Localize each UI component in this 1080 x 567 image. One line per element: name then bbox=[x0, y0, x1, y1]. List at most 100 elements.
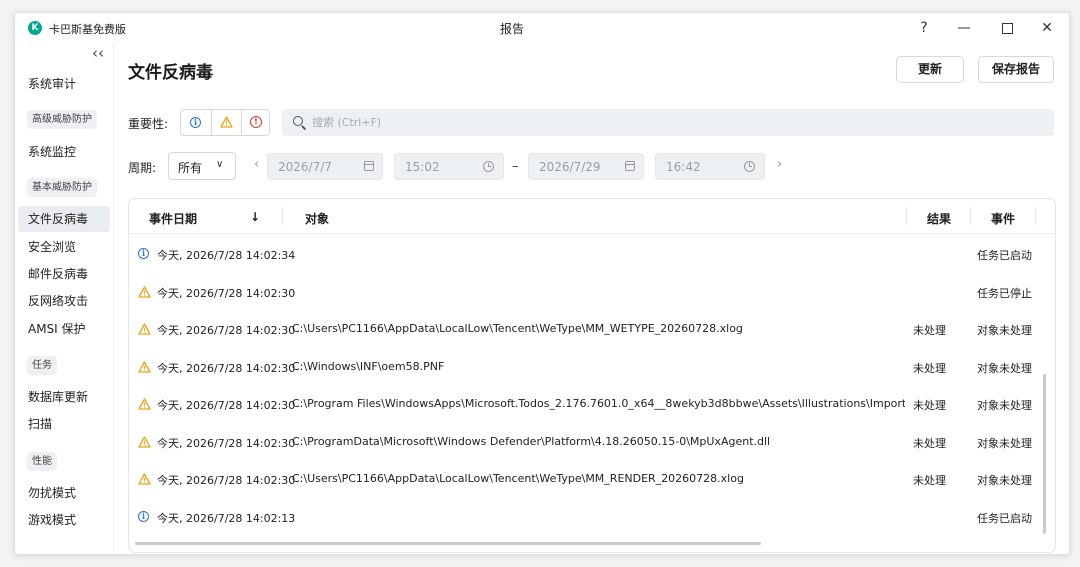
warning-icon bbox=[138, 398, 151, 410]
minimize-button[interactable]: — bbox=[947, 16, 981, 40]
from-time-field[interactable]: 15:02 bbox=[394, 153, 504, 180]
column-result[interactable]: 结果 bbox=[927, 210, 951, 227]
sidebar-item-system-audit[interactable]: 系统审计 bbox=[18, 71, 110, 97]
search-box[interactable] bbox=[282, 109, 1054, 136]
sidebar-item-database-update[interactable]: 数据库更新 bbox=[18, 384, 110, 410]
event-name: 对象未处理 bbox=[977, 324, 1032, 337]
sidebar-item-do-not-disturb[interactable]: 勿扰模式 bbox=[18, 480, 110, 506]
event-result: 未处理 bbox=[913, 474, 946, 487]
sidebar-item-mail-antivirus[interactable]: 邮件反病毒 bbox=[18, 261, 110, 287]
column-divider bbox=[1035, 207, 1036, 225]
app-window: K 卡巴斯基免费版 报告 ? — ✕ ‹‹ 系统审计 高级威胁防护 系统监控 基… bbox=[14, 12, 1070, 555]
column-divider bbox=[906, 207, 907, 225]
table-row[interactable]: 今天, 2026/7/28 14:02:30 C:\ProgramData\Mic… bbox=[129, 423, 1055, 460]
column-object[interactable]: 对象 bbox=[305, 210, 329, 227]
sidebar-item-safe-browsing[interactable]: 安全浏览 bbox=[18, 234, 110, 260]
sidebar-item-network-attack-blocker[interactable]: 反网络攻击 bbox=[18, 288, 110, 314]
sidebar: ‹‹ 系统审计 高级威胁防护 系统监控 基本威胁防护 文件反病毒 安全浏览 邮件… bbox=[15, 43, 114, 554]
severity-info-toggle[interactable]: i bbox=[181, 110, 210, 135]
page-title: 文件反病毒 bbox=[128, 63, 213, 83]
severity-label: 重要性: bbox=[128, 117, 169, 131]
warning-icon bbox=[138, 361, 151, 373]
close-button[interactable]: ✕ bbox=[1030, 16, 1064, 40]
warning-icon bbox=[138, 323, 151, 335]
period-dropdown[interactable]: 所有 ∨ bbox=[168, 152, 236, 180]
table-row[interactable]: 今天, 2026/7/28 14:02:30 C:\Program Files\W… bbox=[129, 385, 1055, 422]
search-icon bbox=[293, 116, 303, 126]
event-date: 今天, 2026/7/28 14:02:30 bbox=[157, 437, 296, 450]
event-result: 未处理 bbox=[913, 399, 946, 412]
table-row[interactable]: 今天, 2026/7/28 14:02:30 C:\Windows\INF\oem… bbox=[129, 348, 1055, 385]
event-date: 今天, 2026/7/28 14:02:30 bbox=[157, 324, 296, 337]
event-date: 今天, 2026/7/28 14:02:30 bbox=[157, 474, 296, 487]
window-title: 报告 bbox=[499, 22, 524, 36]
help-button[interactable]: ? bbox=[907, 16, 941, 40]
sort-descending-icon[interactable]: ↓ bbox=[250, 210, 260, 224]
info-icon: i bbox=[190, 117, 201, 128]
warning-icon bbox=[138, 473, 151, 485]
range-separator: – bbox=[512, 159, 519, 174]
severity-error-toggle[interactable]: ! bbox=[241, 110, 271, 135]
column-divider bbox=[970, 207, 971, 225]
sidebar-item-scan[interactable]: 扫描 bbox=[18, 411, 110, 437]
event-name: 对象未处理 bbox=[977, 474, 1032, 487]
event-date: 今天, 2026/7/28 14:02:34 bbox=[157, 249, 296, 262]
event-date: 今天, 2026/7/28 14:02:30 bbox=[157, 399, 296, 412]
to-date-value: 2026/7/29 bbox=[539, 160, 601, 174]
event-object: C:\ProgramData\Microsoft\Windows Defende… bbox=[292, 435, 771, 448]
save-report-button[interactable]: 保存报告 bbox=[978, 56, 1054, 83]
title-bar: K 卡巴斯基免费版 报告 ? — ✕ bbox=[15, 13, 1069, 43]
main-panel: 文件反病毒 更新 保存报告 重要性: i ! 周期: bbox=[114, 43, 1069, 554]
events-table: 事件日期 ↓ 对象 结果 事件 i 今天, 2026/7/28 14:02:34 任… bbox=[128, 198, 1056, 553]
event-object: C:\Program Files\WindowsApps\Microsoft.T… bbox=[292, 397, 905, 410]
event-object: C:\Windows\INF\oem58.PNF bbox=[292, 360, 445, 373]
table-row[interactable]: i 今天, 2026/7/28 14:02:13 任务已启动 bbox=[129, 498, 1055, 535]
maximize-icon bbox=[1001, 22, 1013, 34]
warning-icon bbox=[220, 116, 233, 128]
event-object: C:\Users\PC1166\AppData\LocalLow\Tencent… bbox=[292, 322, 743, 335]
sidebar-item-system-monitor[interactable]: 系统监控 bbox=[18, 139, 110, 165]
from-date-field[interactable]: 2026/7/7 bbox=[267, 153, 383, 180]
clock-icon[interactable] bbox=[483, 161, 494, 172]
maximize-button[interactable] bbox=[990, 16, 1024, 40]
severity-filter: i ! bbox=[180, 109, 270, 136]
table-row[interactable]: 今天, 2026/7/28 14:02:30 任务已停止 bbox=[129, 273, 1055, 310]
update-button[interactable]: 更新 bbox=[896, 56, 964, 83]
sidebar-section-performance: 性能 bbox=[27, 452, 57, 471]
warning-icon bbox=[138, 436, 151, 448]
sidebar-item-amsi-protection[interactable]: AMSI 保护 bbox=[18, 316, 110, 342]
vertical-scrollbar[interactable] bbox=[1043, 374, 1046, 534]
table-row[interactable]: 今天, 2026/7/28 14:02:30 C:\Users\PC1166\Ap… bbox=[129, 460, 1055, 497]
clock-icon[interactable] bbox=[744, 161, 755, 172]
to-date-field[interactable]: 2026/7/29 bbox=[528, 153, 644, 180]
event-name: 任务已停止 bbox=[977, 287, 1032, 300]
column-event-date[interactable]: 事件日期 bbox=[149, 210, 197, 227]
collapse-sidebar-icon[interactable]: ‹‹ bbox=[92, 44, 104, 62]
event-date: 今天, 2026/7/28 14:02:30 bbox=[157, 287, 296, 300]
table-row[interactable]: 今天, 2026/7/28 14:02:30 C:\Users\PC1166\Ap… bbox=[129, 310, 1055, 347]
sidebar-item-game-mode[interactable]: 游戏模式 bbox=[18, 507, 110, 533]
event-result: 未处理 bbox=[913, 362, 946, 375]
column-event[interactable]: 事件 bbox=[991, 210, 1015, 227]
to-time-field[interactable]: 16:42 bbox=[655, 153, 765, 180]
severity-warning-toggle[interactable] bbox=[211, 110, 241, 135]
table-row[interactable]: i 今天, 2026/7/28 14:02:34 任务已启动 bbox=[129, 235, 1055, 272]
prev-period-icon[interactable]: ‹ bbox=[254, 157, 259, 172]
warning-icon bbox=[138, 286, 151, 298]
period-label: 周期: bbox=[128, 161, 157, 175]
sidebar-section-tasks: 任务 bbox=[27, 356, 57, 375]
event-name: 对象未处理 bbox=[977, 362, 1032, 375]
event-date: 今天, 2026/7/28 14:02:13 bbox=[157, 512, 296, 525]
error-icon: ! bbox=[250, 116, 262, 128]
search-input[interactable] bbox=[312, 109, 1032, 136]
horizontal-scrollbar[interactable] bbox=[135, 542, 761, 545]
next-period-icon[interactable]: › bbox=[777, 157, 782, 172]
calendar-icon[interactable] bbox=[625, 161, 635, 171]
sidebar-section-basic-protection: 基本威胁防护 bbox=[27, 178, 97, 197]
calendar-icon[interactable] bbox=[364, 161, 374, 171]
sidebar-item-file-antivirus[interactable]: 文件反病毒 bbox=[18, 206, 110, 232]
event-result: 未处理 bbox=[913, 324, 946, 337]
table-header: 事件日期 ↓ 对象 结果 事件 bbox=[129, 199, 1055, 234]
from-time-value: 15:02 bbox=[405, 160, 440, 174]
event-name: 对象未处理 bbox=[977, 437, 1032, 450]
